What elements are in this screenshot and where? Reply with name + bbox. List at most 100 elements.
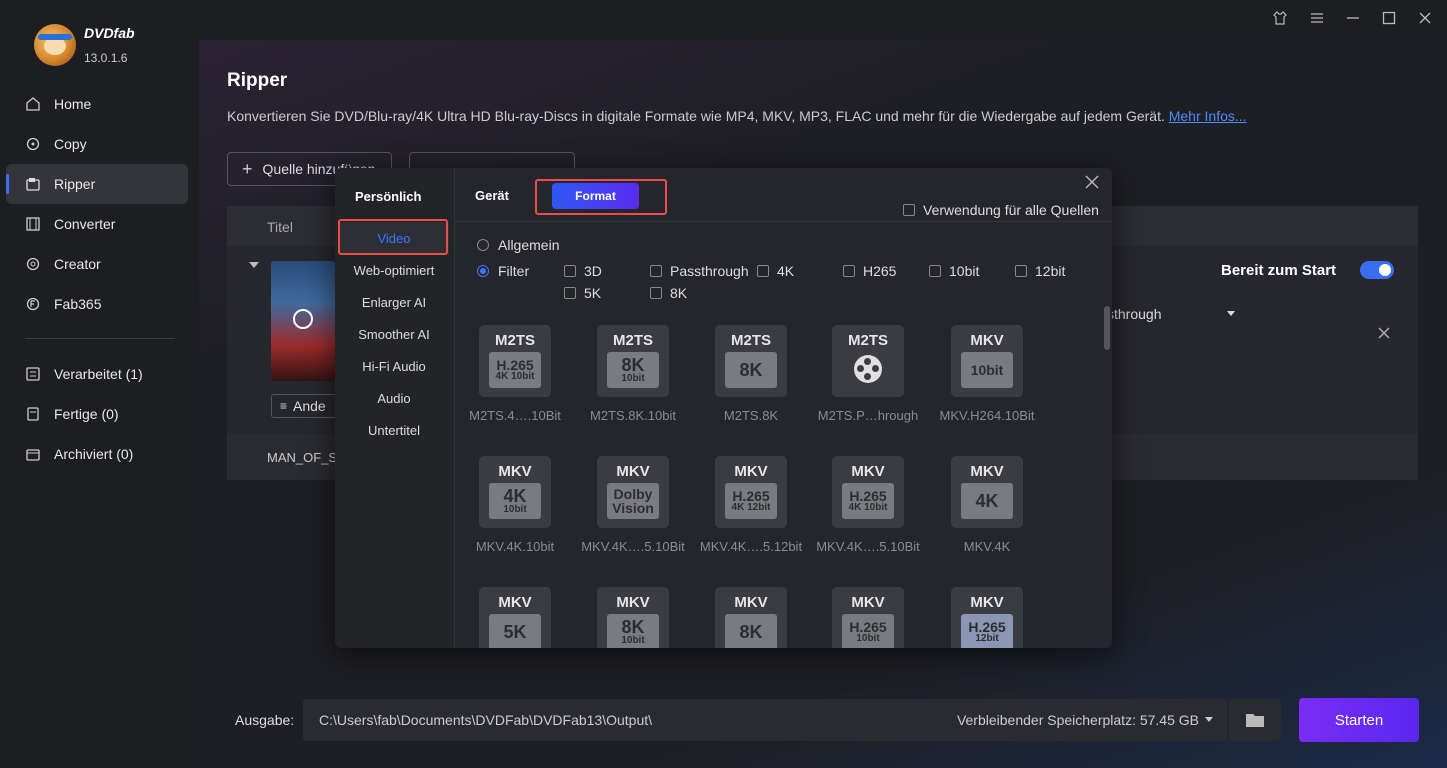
format-tile[interactable]: MKV H.265 4K 12bit [715, 456, 787, 528]
chevron-down-icon[interactable] [1205, 717, 1213, 722]
menu-icon[interactable] [1309, 10, 1325, 26]
sidebar-item-copy[interactable]: Copy [6, 124, 188, 164]
sidebar-item-archived[interactable]: Archiviert (0) [6, 434, 188, 474]
filter-passthrough[interactable]: Passthrough [650, 263, 749, 279]
format-container: MKV [616, 463, 650, 480]
badge-line1: 8K [621, 617, 645, 637]
checkbox-icon[interactable] [650, 287, 662, 299]
output-path-field[interactable]: C:\Users\fab\Documents\DVDFab\DVDFab13\O… [303, 699, 1227, 741]
filter-10bit[interactable]: 10bit [929, 263, 979, 279]
checkbox-icon[interactable] [843, 265, 855, 277]
format-tile[interactable]: MKV 8K 10bit [597, 587, 669, 648]
category-web-optimized[interactable]: Web-optimiert [339, 254, 449, 286]
category-enlarger-ai[interactable]: Enlarger AI [339, 286, 449, 318]
filter-5k[interactable]: 5K [564, 285, 601, 301]
sidebar-item-converter[interactable]: Converter [6, 204, 188, 244]
badge-line1: 8K [739, 360, 763, 380]
format-tile[interactable]: MKV H.265 4K 10bit [832, 456, 904, 528]
category-hifi-audio[interactable]: Hi-Fi Audio [339, 350, 449, 382]
shirt-icon[interactable] [1272, 10, 1288, 26]
format-container: M2TS [494, 332, 535, 349]
filter-h265[interactable]: H265 [843, 263, 896, 279]
category-subtitle[interactable]: Untertitel [339, 414, 449, 446]
format-badge: 5K [489, 614, 541, 648]
filter-label: 3D [584, 263, 602, 279]
page-description: Konvertieren Sie DVD/Blu-ray/4K Ultra HD… [227, 108, 1247, 124]
filter-label: 5K [584, 285, 602, 301]
format-tile[interactable]: MKV 4K [951, 456, 1023, 528]
start-button[interactable]: Starten [1299, 698, 1419, 742]
sidebar-item-label: Home [54, 96, 92, 112]
category-panel: Persönlich Video Web-optimiert Enlarger … [335, 168, 455, 648]
format-tile[interactable]: MKV 4K 10bit [479, 456, 551, 528]
radio-icon[interactable] [477, 239, 489, 251]
format-badge: 4K [961, 483, 1013, 519]
sidebar-item-label: Copy [54, 136, 87, 152]
filter-label: 12bit [1035, 263, 1066, 279]
profile-dropdown-value[interactable]: sthrough [1107, 306, 1161, 322]
format-container: MKV [970, 332, 1004, 349]
format-container: MKV [734, 463, 768, 480]
checkbox-icon[interactable] [564, 265, 576, 277]
play-icon[interactable] [293, 309, 313, 329]
checkbox-icon[interactable] [564, 287, 576, 299]
sidebar-item-home[interactable]: Home [6, 84, 188, 124]
format-tile[interactable]: M2TS [832, 325, 904, 397]
sidebar-item-fab365[interactable]: Fab365 [6, 284, 188, 324]
more-info-link[interactable]: Mehr Infos... [1169, 108, 1247, 124]
radio-selected-icon[interactable] [477, 265, 489, 277]
ready-toggle[interactable] [1360, 261, 1394, 279]
format-tile[interactable]: M2TS 8K 10bit [597, 325, 669, 397]
format-container: MKV [851, 594, 885, 611]
dvdfab-logo-icon [34, 24, 76, 66]
checkbox-icon[interactable] [650, 265, 662, 277]
sidebar-item-ripper[interactable]: Ripper [6, 164, 188, 204]
close-window-icon[interactable] [1417, 10, 1433, 26]
checkbox-icon[interactable] [757, 265, 769, 277]
sidebar-item-finished[interactable]: Fertige (0) [6, 394, 188, 434]
radio-filter-label: Filter [498, 263, 530, 279]
scrollbar-thumb[interactable] [1104, 306, 1110, 350]
checkbox-icon[interactable] [929, 265, 941, 277]
movie-poster[interactable] [271, 261, 335, 381]
filter-12bit[interactable]: 12bit [1015, 263, 1065, 279]
format-tile[interactable]: MKV H.265 12bit [951, 587, 1023, 648]
format-tile[interactable]: MKV 10bit [951, 325, 1023, 397]
filter-8k[interactable]: 8K [650, 285, 687, 301]
sidebar-item-creator[interactable]: Creator [6, 244, 188, 284]
format-highlight-box [535, 179, 667, 215]
checkbox-icon[interactable] [1015, 265, 1027, 277]
expand-caret-icon[interactable] [249, 262, 259, 268]
sidebar-item-label: Fab365 [54, 296, 102, 312]
badge-line2: 10bit [503, 504, 527, 515]
badge-line1: H.265 [849, 619, 887, 635]
format-tile[interactable]: MKV 5K [479, 587, 551, 648]
free-space-text[interactable]: Verbleibender Speicherplatz: 57.45 GB [957, 712, 1199, 728]
category-smoother-ai[interactable]: Smoother AI [339, 318, 449, 350]
browse-folder-button[interactable] [1229, 699, 1281, 741]
tab-device[interactable]: Gerät [475, 188, 509, 203]
checkbox-icon[interactable] [903, 204, 915, 216]
minimize-icon[interactable] [1345, 10, 1361, 26]
radio-general[interactable]: Allgemein [477, 237, 559, 253]
filter-3d[interactable]: 3D [564, 263, 602, 279]
format-tile[interactable]: M2TS 8K [715, 325, 787, 397]
category-audio[interactable]: Audio [339, 382, 449, 414]
radio-filter[interactable]: Filter [477, 263, 529, 279]
chevron-down-icon[interactable] [1227, 311, 1235, 316]
format-tile[interactable]: MKV Dolby Vision [597, 456, 669, 528]
dialog-close-icon[interactable] [1083, 173, 1101, 191]
maximize-icon[interactable] [1381, 10, 1397, 26]
sidebar-item-label: Ripper [54, 176, 96, 192]
format-label: MKV.4K….5.10Bit [581, 539, 685, 554]
sidebar-item-processed[interactable]: Verarbeitet (1) [6, 354, 188, 394]
format-tile[interactable]: MKV 8K [715, 587, 787, 648]
format-badge: 4K 10bit [489, 483, 541, 519]
film-reel-icon [854, 355, 882, 383]
format-tile[interactable]: M2TS H.265 4K 10bit [479, 325, 551, 397]
filter-4k[interactable]: 4K [757, 263, 794, 279]
apply-all-checkbox[interactable]: Verwendung für alle Quellen [903, 202, 1099, 218]
format-tile[interactable]: MKV H.265 10bit [832, 587, 904, 648]
home-icon [26, 97, 40, 111]
remove-source-icon[interactable] [1377, 326, 1391, 340]
